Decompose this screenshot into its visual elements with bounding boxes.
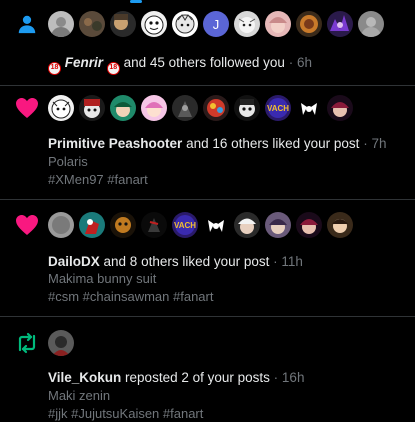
avatar[interactable] bbox=[141, 212, 167, 238]
timestamp: 16h bbox=[281, 370, 305, 385]
notification-text: 18 Fenrir 18 and 45 others followed you … bbox=[48, 54, 312, 75]
avatar-row: J bbox=[48, 11, 384, 37]
post-text: Polaris bbox=[48, 154, 88, 169]
avatar[interactable] bbox=[79, 11, 105, 37]
avatar[interactable]: VACH bbox=[265, 95, 291, 121]
adult-badge-icon: 18 bbox=[48, 62, 61, 75]
separator: · bbox=[273, 254, 278, 269]
action-text: reposted 2 of your posts bbox=[125, 370, 270, 385]
avatar[interactable] bbox=[296, 11, 322, 37]
action-text: and 8 others liked your post bbox=[103, 254, 270, 269]
avatar-letter[interactable]: J bbox=[203, 11, 229, 37]
notification-text: DailoDX and 8 others liked your post · 1… bbox=[48, 253, 303, 270]
avatar[interactable] bbox=[234, 212, 260, 238]
svg-text:VACH: VACH bbox=[174, 221, 196, 230]
avatar[interactable] bbox=[265, 11, 291, 37]
notification-text: Vile_Kokun reposted 2 of your posts · 16… bbox=[48, 369, 304, 386]
avatar[interactable] bbox=[110, 11, 136, 37]
heart-icon bbox=[14, 212, 40, 238]
notification-like[interactable]: VACH DailoDX and 8 others liked your pos… bbox=[0, 200, 415, 316]
avatar[interactable] bbox=[79, 212, 105, 238]
avatar[interactable] bbox=[79, 95, 105, 121]
actor-name[interactable]: Fenrir bbox=[65, 55, 103, 70]
post-text: Makima bunny suit bbox=[48, 271, 157, 286]
avatar[interactable] bbox=[141, 11, 167, 37]
post-hashtags: #csm #chainsawman #fanart bbox=[48, 289, 214, 304]
avatar[interactable] bbox=[110, 212, 136, 238]
avatar[interactable] bbox=[296, 95, 322, 121]
avatar[interactable] bbox=[296, 212, 322, 238]
avatar[interactable] bbox=[141, 95, 167, 121]
actor-name[interactable]: Primitive Peashooter bbox=[48, 136, 182, 151]
post-text: Maki zenin bbox=[48, 388, 111, 403]
separator: · bbox=[363, 136, 368, 151]
avatar[interactable]: VACH bbox=[172, 212, 198, 238]
adult-badge-icon: 18 bbox=[106, 62, 120, 75]
avatar-row bbox=[48, 330, 74, 356]
avatar[interactable] bbox=[358, 11, 384, 37]
timestamp: 6h bbox=[296, 55, 312, 70]
avatar[interactable] bbox=[172, 95, 198, 121]
notification-like[interactable]: VACH Primitive Peashooter and 16 others … bbox=[0, 86, 415, 199]
separator: · bbox=[288, 55, 294, 70]
avatar[interactable] bbox=[234, 95, 260, 121]
avatar[interactable] bbox=[327, 11, 353, 37]
actor-name[interactable]: DailoDX bbox=[48, 254, 100, 269]
avatar[interactable] bbox=[327, 95, 353, 121]
svg-text:VACH: VACH bbox=[267, 104, 289, 113]
avatar-row: VACH bbox=[48, 95, 353, 121]
actor-name[interactable]: Vile_Kokun bbox=[48, 370, 121, 385]
person-icon bbox=[14, 11, 40, 37]
timestamp: 7h bbox=[371, 136, 387, 151]
avatar[interactable] bbox=[48, 330, 74, 356]
post-hashtags: #XMen97 #fanart bbox=[48, 172, 148, 187]
notification-text: Primitive Peashooter and 16 others liked… bbox=[48, 135, 387, 152]
avatar[interactable] bbox=[203, 95, 229, 121]
avatar[interactable] bbox=[48, 212, 74, 238]
avatar[interactable] bbox=[110, 95, 136, 121]
action-text: and 45 others followed you bbox=[123, 55, 285, 70]
avatar[interactable] bbox=[203, 212, 229, 238]
avatar[interactable] bbox=[234, 11, 260, 37]
notification-follow[interactable]: J 18 Fenrir 18 and 45 others followed yo… bbox=[0, 0, 415, 85]
avatar[interactable] bbox=[48, 11, 74, 37]
heart-icon bbox=[14, 95, 40, 121]
post-hashtags: #jjk #JujutsuKaisen #fanart bbox=[48, 406, 204, 421]
separator: · bbox=[273, 370, 279, 385]
avatar[interactable] bbox=[265, 212, 291, 238]
avatar[interactable] bbox=[327, 212, 353, 238]
notification-repost[interactable]: Vile_Kokun reposted 2 of your posts · 16… bbox=[0, 317, 415, 421]
repost-icon bbox=[14, 330, 40, 356]
action-text: and 16 others liked your post bbox=[186, 136, 360, 151]
avatar[interactable] bbox=[172, 11, 198, 37]
timestamp: 11h bbox=[281, 254, 303, 269]
avatar[interactable] bbox=[48, 95, 74, 121]
avatar-row: VACH bbox=[48, 212, 353, 238]
